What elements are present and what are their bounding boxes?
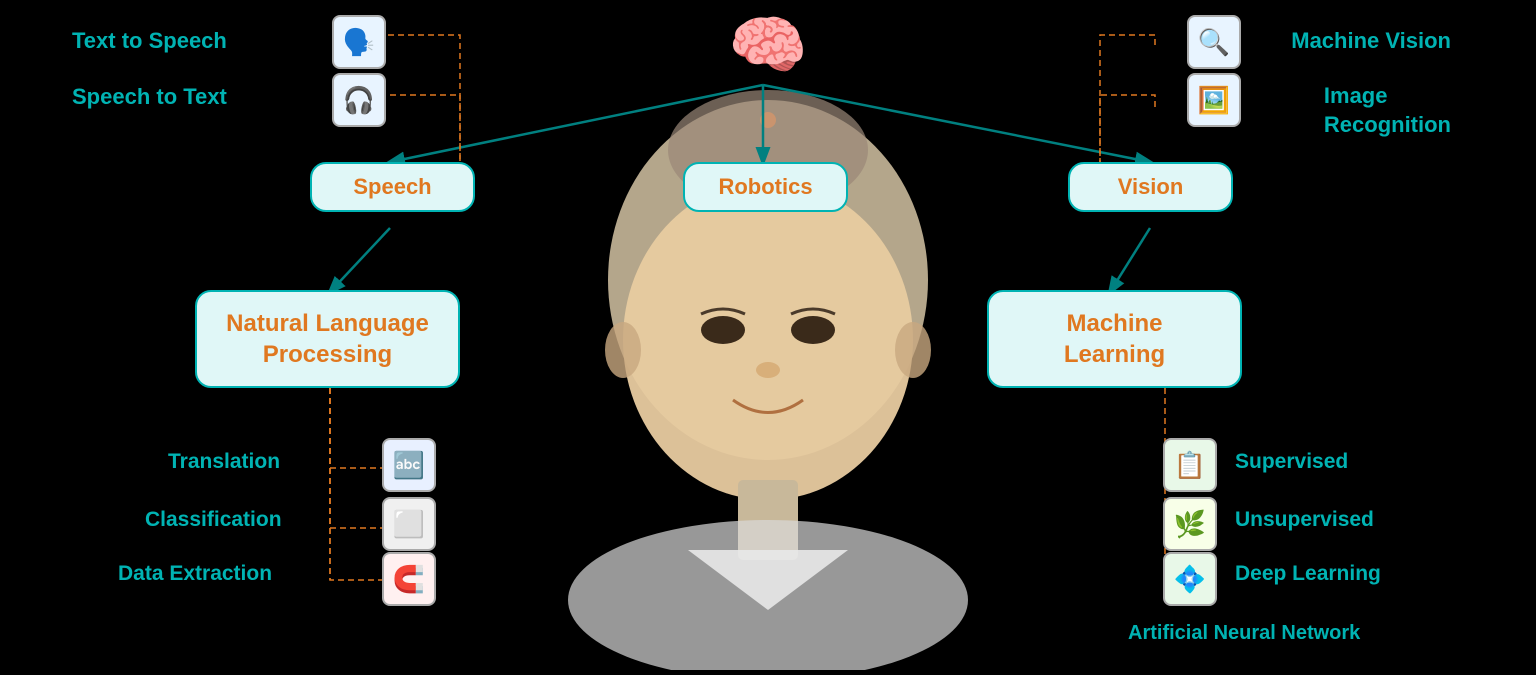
vision-node: Vision — [1068, 162, 1233, 212]
robotics-node: Robotics — [683, 162, 848, 212]
supervised-icon-box: 📋 — [1163, 438, 1217, 492]
extraction-icon-box: 🧲 — [382, 552, 436, 606]
unsupervised-icon-box: 🌿 — [1163, 497, 1217, 551]
supervised-label: Supervised — [1235, 450, 1348, 474]
robot-face — [508, 60, 1028, 670]
speech-node: Speech — [310, 162, 475, 212]
speech-to-text-label: Speech to Text — [72, 84, 227, 110]
classification-icon-box: ⬜ — [382, 497, 436, 551]
unsupervised-label: Unsupervised — [1235, 508, 1374, 532]
translation-icon-box: 🔤 — [382, 438, 436, 492]
brain-icon: 🧠 — [728, 8, 808, 83]
text-to-speech-label: Text to Speech — [72, 28, 227, 54]
nlp-node: Natural LanguageProcessing — [195, 290, 460, 388]
deep-learning-icon-box: 💠 — [1163, 552, 1217, 606]
image-recognition-label: ImageRecognition — [1324, 82, 1451, 139]
deep-learning-label: Deep Learning — [1235, 562, 1381, 586]
machine-vision-label: Machine Vision — [1291, 28, 1451, 54]
classification-label: Classification — [145, 508, 282, 532]
ml-node: MachineLearning — [987, 290, 1242, 388]
data-extraction-label: Data Extraction — [118, 562, 272, 586]
mv-icon-box: 🔍 — [1187, 15, 1241, 69]
ir-icon-box: 🖼️ — [1187, 73, 1241, 127]
stt-icon-box: 🎧 — [332, 73, 386, 127]
ann-label: Artificial Neural Network — [1128, 622, 1360, 645]
tts-icon-box: 🗣️ — [332, 15, 386, 69]
translation-label: Translation — [168, 450, 280, 474]
